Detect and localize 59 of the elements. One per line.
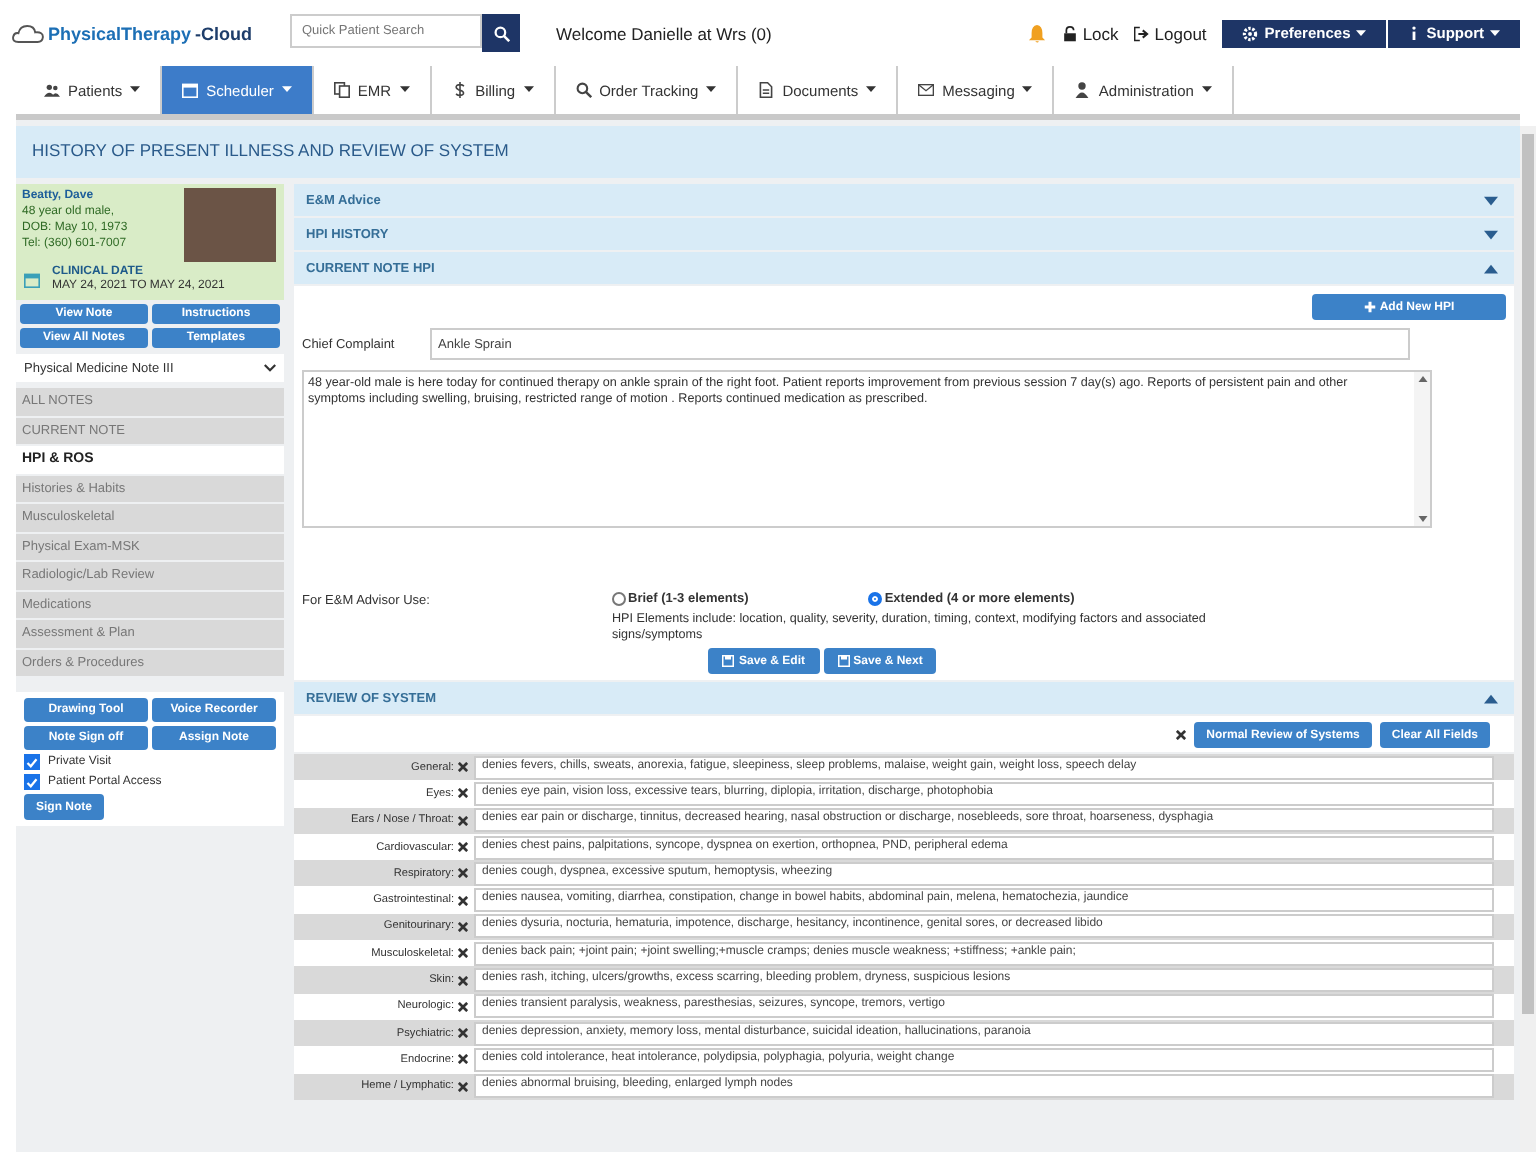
logout-link[interactable]: Logout: [1134, 23, 1207, 43]
caret-icon: [130, 86, 141, 94]
caret-icon: [281, 86, 292, 94]
user-icon: [1074, 82, 1091, 98]
app-logo[interactable]: PhysicalTherapy -Cloud: [12, 23, 262, 43]
caret-icon: [866, 86, 877, 94]
caret-icon: [523, 86, 534, 94]
caret-icon: [1022, 86, 1033, 94]
radio-button[interactable]: [612, 592, 626, 606]
scrollbar[interactable]: [1520, 126, 1536, 1152]
calendar-icon: [24, 272, 40, 288]
document-icon: [758, 82, 775, 98]
lock-link[interactable]: Lock: [1062, 23, 1119, 43]
checkbox[interactable]: [24, 754, 40, 770]
close-icon[interactable]: [458, 948, 468, 959]
close-icon[interactable]: [458, 1001, 468, 1012]
info-icon: [1408, 26, 1421, 40]
page-title: HISTORY OF PRESENT ILLNESS AND REVIEW OF SYSTEM: [16, 120, 1520, 178]
search-button[interactable]: [482, 14, 520, 52]
checkbox[interactable]: [24, 774, 40, 790]
radio-button[interactable]: [868, 592, 883, 606]
lock-icon: [1062, 25, 1079, 41]
search-icon: [493, 25, 509, 41]
collapse-arrow-icon[interactable]: [1484, 263, 1498, 273]
close-icon[interactable]: [458, 975, 468, 986]
caret-icon: [399, 86, 410, 94]
logout-icon: [1134, 25, 1151, 41]
close-icon[interactable]: [458, 921, 468, 932]
close-icon[interactable]: [458, 788, 468, 799]
users-icon: [44, 82, 60, 98]
scroll-up-arrow-icon[interactable]: [1417, 376, 1427, 382]
collapse-arrow-icon[interactable]: [1484, 693, 1498, 703]
close-icon[interactable]: [458, 895, 468, 906]
copy-icon: [333, 82, 350, 98]
caret-icon: [1490, 29, 1500, 37]
scroll-down-arrow-icon[interactable]: [1417, 516, 1427, 522]
close-icon[interactable]: [458, 1081, 468, 1092]
expand-arrow-icon[interactable]: [1484, 195, 1498, 205]
close-icon[interactable]: [458, 1054, 468, 1065]
expand-arrow-icon[interactable]: [1484, 229, 1498, 239]
close-icon[interactable]: [1176, 730, 1187, 740]
caret-icon: [1201, 86, 1212, 94]
welcome-text: Welcome Danielle at Wrs (0): [556, 23, 772, 43]
caret-icon: [706, 86, 717, 94]
close-icon[interactable]: [458, 1028, 468, 1039]
dollar-icon: [451, 82, 468, 98]
close-icon[interactable]: [458, 842, 468, 853]
calendar-icon: [182, 82, 199, 98]
search-icon: [575, 82, 592, 98]
settings-icon: [1242, 25, 1259, 41]
photo-placeholder: [184, 188, 276, 262]
close-icon[interactable]: [458, 868, 468, 879]
plus-icon: [1363, 300, 1376, 314]
close-icon[interactable]: [458, 815, 468, 826]
caret-icon: [1356, 29, 1367, 37]
cloud-icon: [12, 23, 44, 43]
envelope-icon: [918, 82, 935, 98]
close-icon[interactable]: [458, 762, 468, 773]
chevron-down-icon: [264, 364, 276, 372]
